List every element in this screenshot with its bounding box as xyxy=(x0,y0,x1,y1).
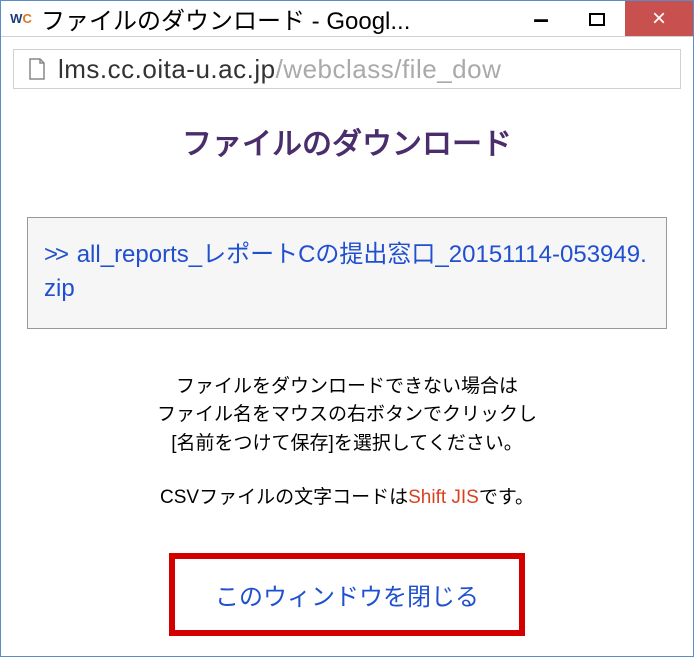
encoding-note: CSVファイルの文字コードはShift JISです。 xyxy=(160,482,534,509)
url-host: lms.cc.oita-u.ac.jp xyxy=(58,54,276,84)
encoding-value: Shift JIS xyxy=(408,487,479,508)
download-file-name: all_reports_レポートCの提出窓口_20151114-053949.z… xyxy=(44,241,647,302)
close-window-highlight: このウィンドウを閉じる xyxy=(169,553,525,636)
encoding-suffix: です。 xyxy=(479,487,534,508)
close-window-link[interactable]: このウィンドウを閉じる xyxy=(215,577,479,612)
favicon-icon: WC xyxy=(11,9,31,29)
encoding-prefix: CSVファイルの文字コードは xyxy=(160,487,408,508)
download-file-link[interactable]: >> all_reports_レポートCの提出窓口_20151114-05394… xyxy=(44,238,650,305)
maximize-icon xyxy=(589,11,605,27)
help-line-2: ファイル名をマウスの右ボタンでクリックし xyxy=(157,401,537,430)
page-content: ファイルのダウンロード >> all_reports_レポートCの提出窓口_20… xyxy=(1,89,693,656)
titlebar: WC ファイルのダウンロード - Googl... – × xyxy=(1,1,693,37)
address-bar[interactable]: lms.cc.oita-u.ac.jp/webclass/file_dow xyxy=(13,49,681,89)
chevron-icon: >> xyxy=(44,241,66,268)
help-text: ファイルをダウンロードできない場合は ファイル名をマウスの右ボタンでクリックし … xyxy=(157,373,537,459)
help-line-3: [名前をつけて保存]を選択してください。 xyxy=(157,430,537,459)
close-button[interactable]: × xyxy=(625,1,693,36)
page-icon xyxy=(28,58,46,80)
help-line-1: ファイルをダウンロードできない場合は xyxy=(157,373,537,402)
url-path: /webclass/file_dow xyxy=(276,54,502,84)
download-file-box: >> all_reports_レポートCの提出窓口_20151114-05394… xyxy=(27,217,667,328)
url-text: lms.cc.oita-u.ac.jp/webclass/file_dow xyxy=(58,54,501,85)
window-title: ファイルのダウンロード - Googl... xyxy=(41,1,513,36)
minimize-button[interactable]: – xyxy=(513,1,569,36)
window-controls: – × xyxy=(513,1,693,36)
browser-window: WC ファイルのダウンロード - Googl... – × lms.cc.oit… xyxy=(0,0,694,657)
maximize-button[interactable] xyxy=(569,1,625,36)
page-heading: ファイルのダウンロード xyxy=(182,119,512,163)
